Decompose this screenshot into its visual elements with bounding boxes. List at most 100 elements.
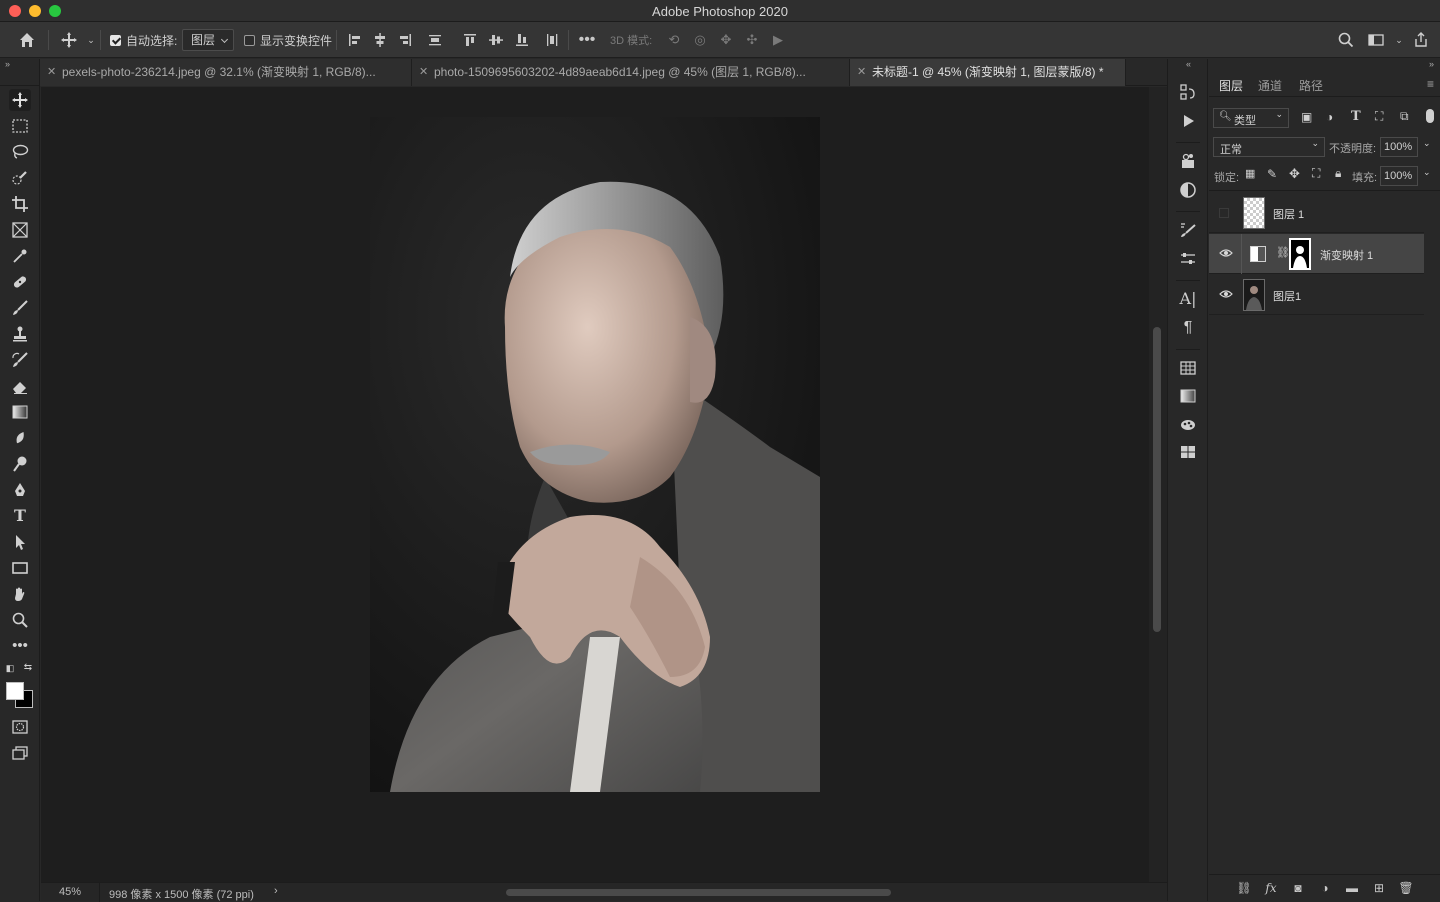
dodge-tool-icon[interactable] bbox=[9, 453, 31, 475]
tab-channels[interactable]: 通道 bbox=[1258, 77, 1282, 94]
brush-settings-icon[interactable] bbox=[1177, 219, 1199, 241]
frame-tool-icon[interactable] bbox=[9, 219, 31, 241]
move-tool-preset-icon[interactable] bbox=[60, 31, 78, 49]
align-bottom-icon[interactable] bbox=[513, 31, 531, 49]
horizontal-scroll-thumb[interactable] bbox=[506, 889, 891, 896]
blur-tool-icon[interactable] bbox=[9, 427, 31, 449]
paragraph-panel-icon[interactable]: ¶ bbox=[1177, 317, 1199, 339]
collapse-toolbar-icon[interactable]: » bbox=[5, 59, 10, 69]
tab-paths[interactable]: 路径 bbox=[1299, 77, 1323, 94]
move-tool-icon[interactable] bbox=[9, 89, 31, 111]
workspace-chevron-icon[interactable]: ⌄ bbox=[1390, 31, 1408, 49]
history-brush-tool-icon[interactable] bbox=[9, 349, 31, 371]
filter-toggle-switch[interactable] bbox=[1426, 109, 1434, 123]
delete-layer-icon[interactable]: 🗑︎ bbox=[1397, 879, 1415, 897]
lock-artboard-icon[interactable]: ⛶ bbox=[1312, 166, 1320, 181]
more-options-icon[interactable]: ••• bbox=[578, 31, 596, 49]
gradient-tool-icon[interactable] bbox=[9, 401, 31, 423]
link-icon[interactable]: ⛓︎ bbox=[1276, 246, 1290, 259]
opacity-input[interactable]: 100% bbox=[1380, 137, 1418, 157]
foreground-color-swatch[interactable] bbox=[6, 682, 24, 700]
gradients-icon[interactable] bbox=[1177, 385, 1199, 407]
lock-image-icon[interactable]: ✎ bbox=[1267, 167, 1277, 181]
tab-photo-1509695603202[interactable]: ✕ photo-1509695603202-4d89aeab6d14.jpeg … bbox=[412, 59, 850, 86]
layer-row[interactable]: 图层1 bbox=[1209, 275, 1424, 315]
auto-select-target-select[interactable]: 图层 bbox=[182, 29, 234, 51]
align-horizontal-center-icon[interactable] bbox=[371, 31, 389, 49]
lock-all-icon[interactable]: 🔒︎ bbox=[1335, 166, 1341, 181]
align-right-icon[interactable] bbox=[396, 31, 414, 49]
blend-mode-select[interactable]: 正常 ⌄ bbox=[1213, 137, 1325, 157]
tab-untitled-1[interactable]: ✕ 未标题-1 @ 45% (渐变映射 1, 图层蒙版/8) * bbox=[850, 59, 1126, 86]
lasso-tool-icon[interactable] bbox=[9, 141, 31, 163]
document-canvas-image[interactable] bbox=[370, 117, 820, 792]
filter-shape-icon[interactable]: ⛶ bbox=[1375, 109, 1383, 124]
status-menu-arrow[interactable]: › bbox=[274, 885, 278, 897]
close-tab-icon[interactable]: ✕ bbox=[47, 59, 56, 85]
zoom-level[interactable]: 45% bbox=[59, 886, 81, 898]
lock-position-icon[interactable]: ✥ bbox=[1289, 166, 1300, 182]
eye-icon[interactable] bbox=[1219, 248, 1233, 261]
swatches-grid-icon[interactable] bbox=[1177, 357, 1199, 379]
fill-chevron-icon[interactable]: ⌄ bbox=[1423, 167, 1431, 178]
fx-icon[interactable]: fx bbox=[1262, 879, 1280, 897]
quick-mask-icon[interactable] bbox=[9, 716, 31, 738]
screen-mode-icon[interactable] bbox=[9, 742, 31, 764]
add-mask-icon[interactable]: ◙ bbox=[1289, 879, 1307, 897]
layer-filter-select[interactable]: 🔍︎ 类型 ⌄ bbox=[1213, 108, 1289, 128]
close-tab-icon[interactable]: ✕ bbox=[419, 59, 428, 85]
vertical-scrollbar[interactable] bbox=[1149, 87, 1167, 882]
filter-type-icon[interactable]: T bbox=[1351, 109, 1361, 124]
crop-tool-icon[interactable] bbox=[9, 193, 31, 215]
align-left-icon[interactable] bbox=[346, 31, 364, 49]
pen-tool-icon[interactable] bbox=[9, 479, 31, 501]
distribute-icon[interactable] bbox=[426, 31, 444, 49]
tab-layers[interactable]: 图层 bbox=[1219, 77, 1243, 94]
workspace-icon[interactable] bbox=[1367, 31, 1385, 49]
layer-mask-thumbnail[interactable] bbox=[1289, 238, 1311, 270]
align-top-icon[interactable] bbox=[461, 31, 479, 49]
healing-brush-tool-icon[interactable] bbox=[9, 271, 31, 293]
tab-pexels-photo[interactable]: ✕ pexels-photo-236214.jpeg @ 32.1% (渐变映射… bbox=[40, 59, 412, 86]
collapse-icons-icon[interactable]: « bbox=[1186, 59, 1191, 69]
zoom-tool-icon[interactable] bbox=[9, 609, 31, 631]
filter-pixel-icon[interactable]: ▣ bbox=[1301, 110, 1312, 124]
close-tab-icon[interactable]: ✕ bbox=[857, 59, 866, 85]
eraser-tool-icon[interactable] bbox=[9, 375, 31, 397]
libraries-icon[interactable] bbox=[1177, 441, 1199, 463]
eyedropper-tool-icon[interactable] bbox=[9, 245, 31, 267]
quick-selection-tool-icon[interactable] bbox=[9, 167, 31, 189]
show-transform-checkbox[interactable] bbox=[244, 34, 255, 46]
auto-select-checkbox[interactable] bbox=[110, 34, 121, 46]
search-icon[interactable] bbox=[1337, 31, 1355, 49]
hand-tool-icon[interactable] bbox=[9, 583, 31, 605]
panel-menu-icon[interactable]: ≡ bbox=[1427, 77, 1434, 91]
collapse-panels-icon[interactable]: » bbox=[1429, 59, 1434, 69]
type-tool-icon[interactable]: T bbox=[9, 505, 31, 527]
filter-adjustment-icon[interactable]: ◑ bbox=[1326, 110, 1333, 124]
brush-tool-icon[interactable] bbox=[9, 297, 31, 319]
new-layer-icon[interactable]: ⊞ bbox=[1370, 879, 1388, 897]
adjustments-icon[interactable] bbox=[1177, 150, 1199, 172]
properties-icon[interactable] bbox=[1177, 179, 1199, 201]
new-adjustment-layer-icon[interactable]: ◑ bbox=[1316, 879, 1334, 897]
actions-play-icon[interactable] bbox=[1177, 110, 1199, 132]
visibility-toggle[interactable] bbox=[1219, 208, 1229, 218]
opacity-chevron-icon[interactable]: ⌄ bbox=[1423, 138, 1431, 149]
history-panel-icon[interactable] bbox=[1177, 81, 1199, 103]
chevron-down-icon[interactable]: ⌄ bbox=[82, 31, 100, 49]
new-group-icon[interactable]: ▬ bbox=[1343, 879, 1361, 897]
filter-smart-object-icon[interactable]: ⧉ bbox=[1400, 109, 1409, 124]
default-colors-icon[interactable]: ◧ bbox=[3, 661, 17, 675]
fill-input[interactable]: 100% bbox=[1380, 166, 1418, 186]
layer-row[interactable]: ⛓︎ 渐变映射 1 bbox=[1209, 234, 1424, 274]
marquee-tool-icon[interactable] bbox=[9, 115, 31, 137]
layer-row[interactable]: 图层 1 bbox=[1209, 193, 1424, 233]
character-panel-icon[interactable]: A| bbox=[1177, 288, 1199, 310]
link-layers-icon[interactable]: ⛓︎ bbox=[1235, 879, 1253, 897]
clone-stamp-tool-icon[interactable] bbox=[9, 323, 31, 345]
patterns-icon[interactable] bbox=[1177, 413, 1199, 435]
lock-transparent-icon[interactable]: ▦ bbox=[1245, 167, 1255, 180]
share-icon[interactable] bbox=[1412, 31, 1430, 49]
swap-colors-icon[interactable]: ⇆ bbox=[21, 661, 35, 675]
